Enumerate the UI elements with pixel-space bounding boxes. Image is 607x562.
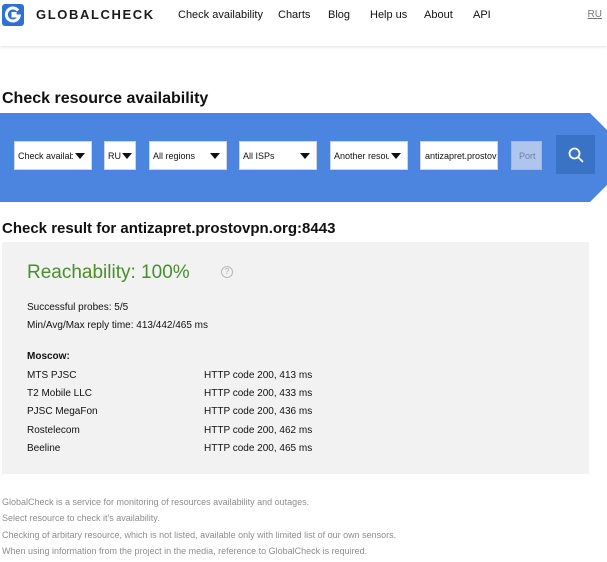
resource-select[interactable]: Another resource bbox=[330, 141, 408, 170]
isp-name: Rostelecom bbox=[27, 425, 80, 436]
resource-value: Another resource bbox=[334, 150, 389, 161]
check-type-value: Check availability bbox=[18, 150, 73, 161]
nav-blog[interactable]: Blog bbox=[328, 9, 350, 21]
site-header: GLOBALCHECK Check availability Charts Bl… bbox=[0, 0, 607, 46]
probe-status: HTTP code 200, 433 ms bbox=[204, 388, 313, 399]
brand-name[interactable]: GLOBALCHECK bbox=[36, 7, 155, 22]
nav-api[interactable]: API bbox=[473, 9, 491, 21]
host-input[interactable]: antizapret.prostovpn.org bbox=[420, 141, 498, 170]
nav-about[interactable]: About bbox=[424, 9, 453, 21]
city-heading: Moscow: bbox=[27, 351, 70, 362]
port-input[interactable]: Port bbox=[511, 141, 542, 170]
globalcheck-logo-icon[interactable] bbox=[2, 4, 24, 26]
chevron-down-icon bbox=[391, 152, 401, 159]
footer-text: When using information from the project … bbox=[2, 546, 368, 556]
search-button[interactable] bbox=[556, 135, 595, 174]
nav-check-availability[interactable]: Check availability bbox=[178, 9, 263, 21]
probe-status: HTTP code 200, 465 ms bbox=[204, 443, 313, 454]
reachability-heading: Reachability: 100% bbox=[27, 262, 190, 283]
isp-name: MTS PJSC bbox=[27, 370, 77, 381]
footer-text: Select resource to check it's availabili… bbox=[2, 513, 160, 523]
isp-name: PJSC MegaFon bbox=[27, 406, 98, 417]
country-select[interactable]: RU bbox=[104, 141, 136, 170]
isp-name: Beeline bbox=[27, 443, 61, 454]
nav-help-us[interactable]: Help us bbox=[370, 9, 407, 21]
chevron-down-icon bbox=[75, 152, 85, 159]
result-title: Check result for antizapret.prostovpn.or… bbox=[2, 220, 336, 237]
chevron-down-icon bbox=[210, 152, 220, 159]
search-icon bbox=[568, 147, 583, 162]
chevron-down-icon bbox=[300, 152, 310, 159]
footer-text: Checking of arbitary resource, which is … bbox=[2, 530, 397, 540]
isp-name: T2 Mobile LLC bbox=[27, 388, 93, 399]
reply-time: Min/Avg/Max reply time: 413/442/465 ms bbox=[27, 320, 209, 331]
isp-select[interactable]: All ISPs bbox=[239, 141, 317, 170]
region-select[interactable]: All regions bbox=[149, 141, 227, 170]
successful-probes: Successful probes: 5/5 bbox=[27, 302, 129, 313]
page-title: Check resource availability bbox=[2, 90, 209, 107]
language-switch-ru[interactable]: RU bbox=[588, 9, 602, 20]
chevron-down-icon bbox=[122, 152, 132, 159]
probe-status: HTTP code 200, 462 ms bbox=[204, 425, 313, 436]
probe-status: HTTP code 200, 436 ms bbox=[204, 406, 313, 417]
help-icon[interactable]: ? bbox=[221, 266, 233, 278]
isp-value: All ISPs bbox=[243, 150, 275, 161]
probe-status: HTTP code 200, 413 ms bbox=[204, 370, 313, 381]
country-value: RU bbox=[108, 150, 121, 161]
footer-text: GlobalCheck is a service for monitoring … bbox=[2, 497, 310, 507]
region-value: All regions bbox=[153, 150, 196, 161]
check-type-select[interactable]: Check availability bbox=[14, 141, 92, 170]
nav-charts[interactable]: Charts bbox=[278, 9, 310, 21]
